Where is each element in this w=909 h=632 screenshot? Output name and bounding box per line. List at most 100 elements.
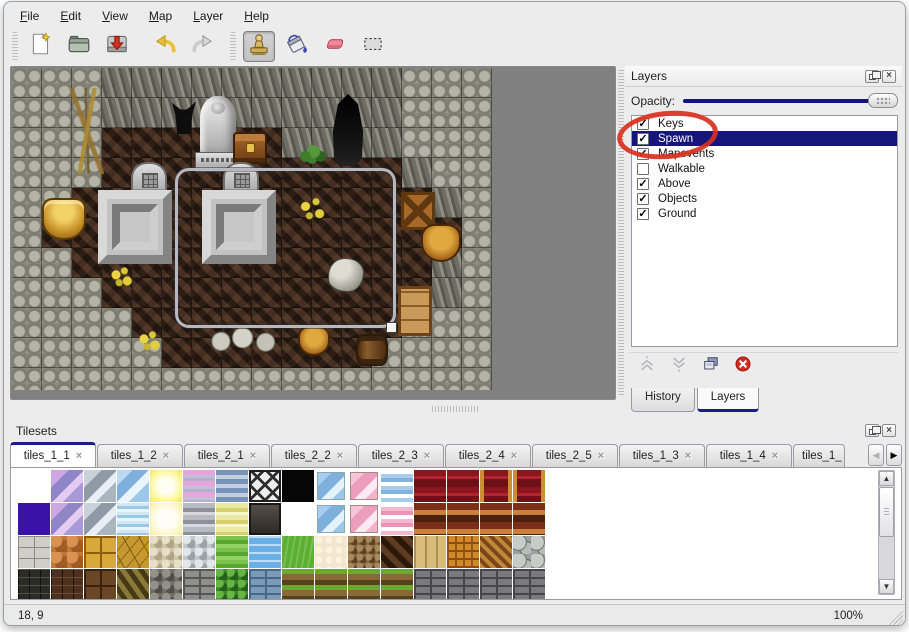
floor-tile[interactable]	[132, 128, 162, 158]
wall-tile[interactable]	[132, 98, 162, 128]
wall-tile[interactable]	[102, 368, 132, 390]
tile-curtain-blue[interactable]	[381, 470, 413, 502]
tile-dirt-rows[interactable]	[282, 569, 314, 600]
tile-glass-blue[interactable]	[117, 470, 149, 502]
opacity-slider-handle[interactable]	[868, 93, 898, 108]
wall-tile[interactable]	[342, 68, 372, 98]
tab-close-icon[interactable]: ×	[76, 450, 82, 462]
tile-gravel-brown[interactable]	[348, 536, 380, 568]
wall-tile[interactable]	[402, 158, 432, 188]
tileset-tab-tiles_1_3[interactable]: tiles_1_3×	[619, 444, 705, 467]
scrollbar-thumb[interactable]	[879, 487, 894, 537]
wall-tile[interactable]	[72, 368, 102, 390]
wall-tile[interactable]	[402, 368, 432, 390]
stone-rubble[interactable]	[208, 326, 280, 354]
tile-banner-red-gold[interactable]	[513, 470, 545, 502]
map-canvas[interactable]	[10, 66, 616, 400]
flower-patch[interactable]	[138, 330, 162, 352]
layer-duplicate-button[interactable]	[699, 355, 723, 379]
tab-close-icon[interactable]: ×	[772, 450, 778, 462]
tile-stripe-green[interactable]	[216, 536, 248, 568]
wall-tile[interactable]	[432, 188, 462, 218]
tile-glow-pale[interactable]	[150, 503, 182, 535]
wall-tile[interactable]	[462, 158, 492, 188]
wall-tile[interactable]	[162, 368, 192, 390]
tile-blocks-brown[interactable]	[84, 569, 116, 600]
tab-close-icon[interactable]: ×	[337, 450, 343, 462]
tile-hedge[interactable]	[216, 569, 248, 600]
map-content[interactable]	[12, 68, 492, 390]
tileset-scrollbar[interactable]: ▲ ▼	[878, 470, 895, 595]
wall-tile[interactable]	[462, 308, 492, 338]
layer-visibility-checkbox[interactable]: ✓	[637, 148, 649, 160]
layer-visibility-checkbox[interactable]: ✓	[637, 178, 649, 190]
wall-tile[interactable]	[462, 68, 492, 98]
stamp-button[interactable]	[243, 31, 275, 62]
wall-tile[interactable]	[12, 248, 42, 278]
tileset-tab-tiles_2_2[interactable]: tiles_2_2×	[271, 444, 357, 467]
layer-delete-button[interactable]	[731, 355, 755, 379]
wall-tile[interactable]	[42, 128, 72, 158]
map-selection[interactable]	[175, 168, 396, 328]
wall-tile[interactable]	[42, 158, 72, 188]
wall-tile[interactable]	[312, 368, 342, 390]
tab-close-icon[interactable]: ×	[598, 450, 604, 462]
tab-close-icon[interactable]: ×	[685, 450, 691, 462]
tile-pebble-gray[interactable]	[183, 536, 215, 568]
layer-row-spawn[interactable]: ✓Spawn	[632, 131, 897, 146]
tile-sand-cream[interactable]	[315, 536, 347, 568]
tile-shingle-dark[interactable]	[381, 536, 413, 568]
wall-tile[interactable]	[102, 98, 132, 128]
small-plant[interactable]	[110, 266, 134, 288]
wall-tile[interactable]	[462, 188, 492, 218]
wall-tile[interactable]	[12, 218, 42, 248]
layer-row-keys[interactable]: ✓Keys	[632, 116, 897, 131]
window-resize-grip[interactable]	[888, 610, 903, 625]
wall-tile[interactable]	[402, 98, 432, 128]
wall-tile[interactable]	[372, 128, 402, 158]
new-file-button[interactable]	[25, 31, 57, 62]
wall-tile[interactable]	[252, 68, 282, 98]
tile-stone-blocks[interactable]	[18, 536, 50, 568]
wall-tile[interactable]	[12, 338, 42, 368]
dark-barrel[interactable]	[356, 334, 388, 366]
tile-glass-pink-framed[interactable]	[348, 470, 380, 502]
tile-dirt-rows[interactable]	[315, 569, 347, 600]
selection-resize-handle[interactable]	[386, 322, 397, 333]
tile-stone-pile[interactable]	[513, 536, 545, 568]
tile-banner-red-gold[interactable]	[480, 470, 512, 502]
open-file-button[interactable]	[63, 31, 95, 62]
tile-brick-gray-dark[interactable]	[513, 569, 545, 600]
layer-visibility-checkbox[interactable]: ✓	[637, 133, 649, 145]
tab-history[interactable]: History	[631, 388, 695, 412]
tile-tile-gold[interactable]	[84, 536, 116, 568]
tile-water-blue[interactable]	[249, 536, 281, 568]
tile-stripes-pink[interactable]	[183, 470, 215, 502]
wall-tile[interactable]	[432, 308, 462, 338]
wall-tile[interactable]	[12, 278, 42, 308]
wall-tile[interactable]	[402, 68, 432, 98]
tile-stripes-gray[interactable]	[183, 503, 215, 535]
wall-tile[interactable]	[432, 338, 462, 368]
wall-tile[interactable]	[42, 248, 72, 278]
tileset-tab-tiles_1_4[interactable]: tiles_1_4×	[706, 444, 792, 467]
tile-stripes-brown[interactable]	[447, 503, 479, 535]
tile-glass-gray[interactable]	[84, 503, 116, 535]
tileset-tab-tiles_2_3[interactable]: tiles_2_3×	[358, 444, 444, 467]
opacity-slider[interactable]	[683, 93, 898, 109]
menu-help[interactable]: Help	[234, 7, 280, 25]
wall-tile[interactable]	[432, 68, 462, 98]
wall-tile[interactable]	[402, 338, 432, 368]
menu-view[interactable]: View	[92, 7, 139, 25]
wall-tile[interactable]	[312, 68, 342, 98]
toolbar-grip[interactable]	[12, 32, 18, 60]
wall-tile[interactable]	[12, 68, 42, 98]
tile-plank-dark[interactable]	[249, 503, 281, 535]
wall-tile[interactable]	[432, 128, 462, 158]
altar-left[interactable]	[98, 190, 172, 264]
fill-button[interactable]	[281, 31, 313, 62]
tile-pebble-beige[interactable]	[150, 536, 182, 568]
tile-planks-light[interactable]	[414, 536, 446, 568]
green-shrub[interactable]	[297, 144, 327, 164]
redo-button[interactable]	[187, 31, 219, 62]
